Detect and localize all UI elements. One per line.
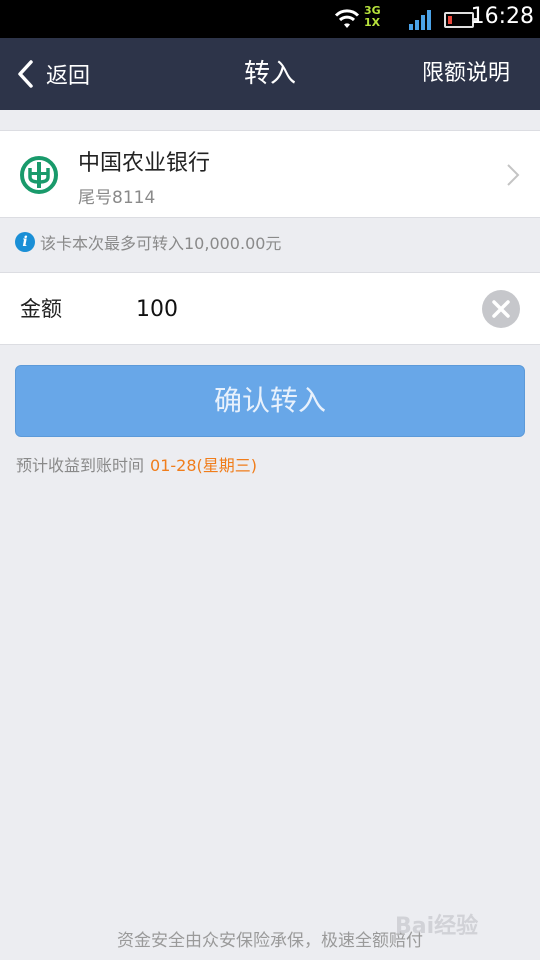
amount-input[interactable] (136, 289, 456, 329)
status-time: 16:28 (470, 4, 534, 29)
bank-card-selector[interactable]: 中国农业银行 尾号8114 (0, 130, 540, 218)
watermark: Bai经验 (395, 914, 479, 939)
card-tail-number: 尾号8114 (78, 188, 156, 208)
battery-icon (444, 12, 477, 28)
arrival-date: 01-28(星期三) (150, 456, 257, 475)
battery-level (448, 16, 452, 24)
bank-name: 中国农业银行 (78, 151, 211, 176)
status-bar: 3G 1X 16:28 (0, 0, 540, 38)
limit-text: 该卡本次最多可转入10,000.00元 (40, 234, 282, 253)
clear-icon (492, 300, 510, 318)
clear-amount-button[interactable] (482, 290, 520, 328)
back-label: 返回 (46, 64, 91, 89)
arrival-time-note: 预计收益到账时间 01-28(星期三) (16, 452, 257, 476)
back-button[interactable]: 返回 (16, 38, 90, 110)
network-1x-label: 1X (364, 16, 381, 29)
wifi-icon (334, 9, 360, 28)
limit-info-button[interactable]: 限额说明 (422, 38, 510, 110)
chevron-left-icon (18, 60, 33, 88)
limit-tip: i 该卡本次最多可转入10,000.00元 (15, 230, 281, 254)
nav-bar: 返回 转入 限额说明 (0, 38, 540, 110)
confirm-transfer-button[interactable]: 确认转入 (15, 365, 525, 437)
chevron-right-icon (507, 164, 520, 186)
amount-row: 金额 (0, 272, 540, 345)
network-type: 3G 1X (364, 5, 381, 29)
arrival-prefix: 预计收益到账时间 (16, 456, 145, 475)
amount-label: 金额 (20, 297, 62, 321)
abc-bank-logo-icon (20, 156, 58, 194)
signal-icon (409, 10, 431, 30)
info-icon: i (15, 232, 35, 252)
